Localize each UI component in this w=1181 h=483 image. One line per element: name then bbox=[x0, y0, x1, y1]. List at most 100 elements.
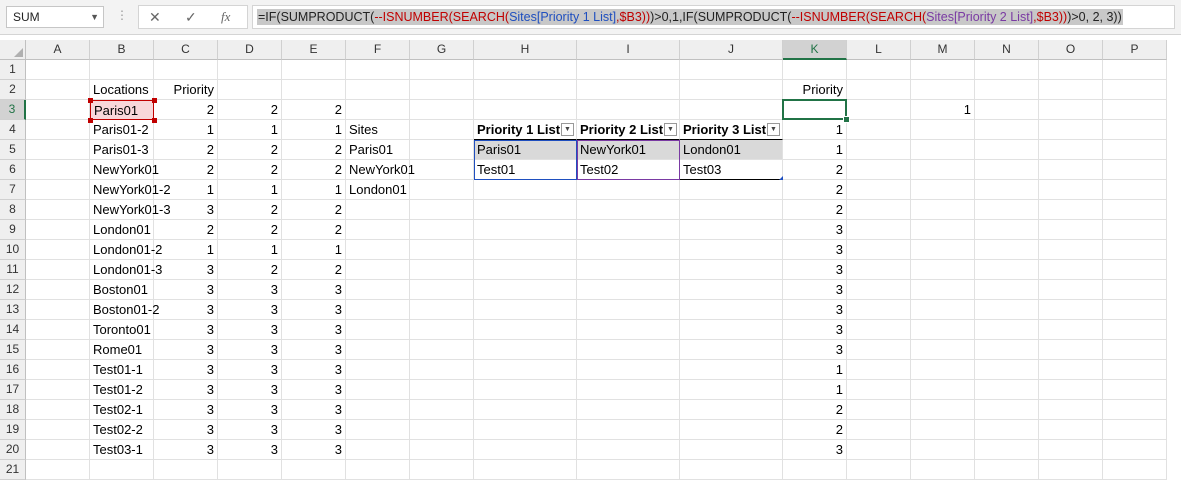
cell-i18[interactable] bbox=[577, 400, 680, 420]
cell-f19[interactable] bbox=[346, 420, 410, 440]
cell-h7[interactable] bbox=[474, 180, 577, 200]
cell-m21[interactable] bbox=[911, 460, 975, 480]
row-header-15[interactable]: 15 bbox=[0, 340, 26, 360]
cell-f21[interactable] bbox=[346, 460, 410, 480]
cell-e12[interactable]: 3 bbox=[282, 280, 346, 300]
column-header-f[interactable]: F bbox=[346, 40, 410, 60]
cell-m10[interactable] bbox=[911, 240, 975, 260]
cell-k14[interactable]: 3 bbox=[783, 320, 847, 340]
cell-l6[interactable] bbox=[847, 160, 911, 180]
cell-i15[interactable] bbox=[577, 340, 680, 360]
cell-p13[interactable] bbox=[1103, 300, 1167, 320]
cell-b8[interactable]: NewYork01-3 bbox=[90, 200, 171, 220]
cell-c3[interactable]: 2 bbox=[154, 100, 218, 120]
cell-f14[interactable] bbox=[346, 320, 410, 340]
cell-g4[interactable] bbox=[410, 120, 474, 140]
cell-h19[interactable] bbox=[474, 420, 577, 440]
cell-d14[interactable]: 3 bbox=[218, 320, 282, 340]
row-header-2[interactable]: 2 bbox=[0, 80, 26, 100]
row-header-12[interactable]: 12 bbox=[0, 280, 26, 300]
cell-i20[interactable] bbox=[577, 440, 680, 460]
cell-j20[interactable] bbox=[680, 440, 783, 460]
cell-p4[interactable] bbox=[1103, 120, 1167, 140]
cell-l15[interactable] bbox=[847, 340, 911, 360]
cell-o9[interactable] bbox=[1039, 220, 1103, 240]
cell-o6[interactable] bbox=[1039, 160, 1103, 180]
column-header-a[interactable]: A bbox=[26, 40, 90, 60]
cell-n12[interactable] bbox=[975, 280, 1039, 300]
cell-i11[interactable] bbox=[577, 260, 680, 280]
cell-c13[interactable]: 3 bbox=[154, 300, 218, 320]
cell-b7[interactable]: NewYork01-2 bbox=[90, 180, 171, 200]
column-header-n[interactable]: N bbox=[975, 40, 1039, 60]
column-header-h[interactable]: H bbox=[474, 40, 577, 60]
cell-k10[interactable]: 3 bbox=[783, 240, 847, 260]
cell-k4[interactable]: 1 bbox=[783, 120, 847, 140]
cell-i16[interactable] bbox=[577, 360, 680, 380]
cell-h9[interactable] bbox=[474, 220, 577, 240]
cell-d13[interactable]: 3 bbox=[218, 300, 282, 320]
cell-p10[interactable] bbox=[1103, 240, 1167, 260]
cell-d5[interactable]: 2 bbox=[218, 140, 282, 160]
column-header-d[interactable]: D bbox=[218, 40, 282, 60]
cell-b16[interactable]: Test01-1 bbox=[90, 360, 154, 380]
cell-a9[interactable] bbox=[26, 220, 90, 240]
cell-h8[interactable] bbox=[474, 200, 577, 220]
cell-g1[interactable] bbox=[410, 60, 474, 80]
column-header-k[interactable]: K bbox=[783, 40, 847, 60]
cell-n21[interactable] bbox=[975, 460, 1039, 480]
column-header-g[interactable]: G bbox=[410, 40, 474, 60]
column-header-i[interactable]: I bbox=[577, 40, 680, 60]
cell-c15[interactable]: 3 bbox=[154, 340, 218, 360]
cell-d12[interactable]: 3 bbox=[218, 280, 282, 300]
cell-l8[interactable] bbox=[847, 200, 911, 220]
cell-l14[interactable] bbox=[847, 320, 911, 340]
cell-l12[interactable] bbox=[847, 280, 911, 300]
cell-l7[interactable] bbox=[847, 180, 911, 200]
cell-c10[interactable]: 1 bbox=[154, 240, 218, 260]
cell-n19[interactable] bbox=[975, 420, 1039, 440]
cell-i13[interactable] bbox=[577, 300, 680, 320]
cell-h15[interactable] bbox=[474, 340, 577, 360]
row-header-20[interactable]: 20 bbox=[0, 440, 26, 460]
cell-b11[interactable]: London01-3 bbox=[90, 260, 162, 280]
cell-m3[interactable]: 1 bbox=[911, 100, 975, 120]
cell-h12[interactable] bbox=[474, 280, 577, 300]
cell-n17[interactable] bbox=[975, 380, 1039, 400]
cell-o21[interactable] bbox=[1039, 460, 1103, 480]
cell-e11[interactable]: 2 bbox=[282, 260, 346, 280]
cell-f9[interactable] bbox=[346, 220, 410, 240]
cell-c21[interactable] bbox=[154, 460, 218, 480]
cell-b14[interactable]: Toronto01 bbox=[90, 320, 154, 340]
cell-k3[interactable] bbox=[783, 100, 847, 120]
cell-e6[interactable]: 2 bbox=[282, 160, 346, 180]
cell-p9[interactable] bbox=[1103, 220, 1167, 240]
cell-g12[interactable] bbox=[410, 280, 474, 300]
cell-m16[interactable] bbox=[911, 360, 975, 380]
cell-d19[interactable]: 3 bbox=[218, 420, 282, 440]
cell-c4[interactable]: 1 bbox=[154, 120, 218, 140]
cell-m18[interactable] bbox=[911, 400, 975, 420]
cell-n7[interactable] bbox=[975, 180, 1039, 200]
cell-a18[interactable] bbox=[26, 400, 90, 420]
cell-h20[interactable] bbox=[474, 440, 577, 460]
cell-j17[interactable] bbox=[680, 380, 783, 400]
cell-h3[interactable] bbox=[474, 100, 577, 120]
cell-a2[interactable] bbox=[26, 80, 90, 100]
select-all-corner[interactable] bbox=[0, 40, 26, 60]
row-header-8[interactable]: 8 bbox=[0, 200, 26, 220]
cell-m15[interactable] bbox=[911, 340, 975, 360]
cell-b2[interactable]: Locations bbox=[90, 80, 154, 100]
cell-o4[interactable] bbox=[1039, 120, 1103, 140]
cell-p17[interactable] bbox=[1103, 380, 1167, 400]
cell-n5[interactable] bbox=[975, 140, 1039, 160]
column-header-m[interactable]: M bbox=[911, 40, 975, 60]
cell-j7[interactable] bbox=[680, 180, 783, 200]
cell-p11[interactable] bbox=[1103, 260, 1167, 280]
cell-k1[interactable] bbox=[783, 60, 847, 80]
cell-l10[interactable] bbox=[847, 240, 911, 260]
cell-p19[interactable] bbox=[1103, 420, 1167, 440]
row-header-11[interactable]: 11 bbox=[0, 260, 26, 280]
cell-o7[interactable] bbox=[1039, 180, 1103, 200]
cell-i5[interactable]: NewYork01 bbox=[577, 140, 680, 160]
